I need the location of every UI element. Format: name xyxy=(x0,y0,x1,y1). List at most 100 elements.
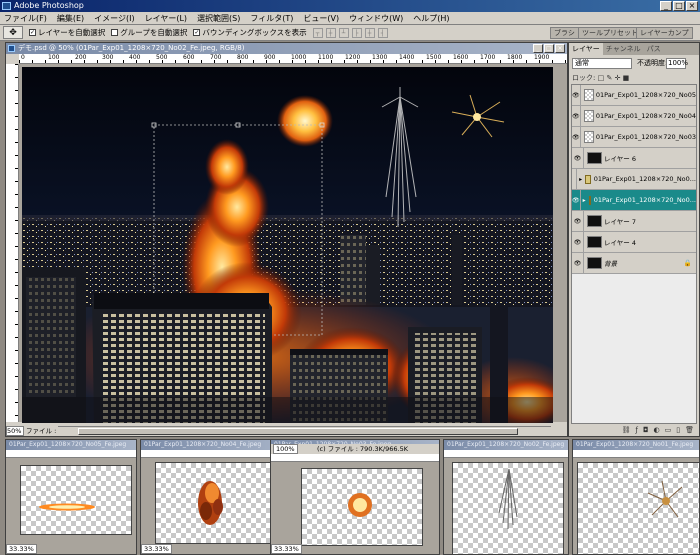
zoom-level-field[interactable]: 50% xyxy=(6,426,24,436)
lock-paint-icon[interactable]: ✎ xyxy=(606,74,612,82)
document-title-bar[interactable]: デモ.psd @ 50% (01Par_Exp01_1208×720_No02_… xyxy=(6,43,567,54)
layer-row[interactable]: 👁 レイヤー 7 xyxy=(572,211,696,232)
menu-help[interactable]: ヘルプ(H) xyxy=(413,13,449,24)
eye-icon[interactable]: 👁 xyxy=(572,106,581,126)
layer-row[interactable]: 👁 レイヤー 4 xyxy=(572,232,696,253)
align-middle-icon[interactable]: ┼ xyxy=(325,27,336,38)
menu-edit[interactable]: 編集(E) xyxy=(57,13,84,24)
expand-triangle-icon[interactable]: ▸ xyxy=(579,176,582,183)
file-status[interactable]: (c) ファイル : 790.3K/966.5K xyxy=(317,444,408,454)
tool-preset-tab[interactable]: ツールプリセット xyxy=(578,27,642,39)
eye-icon[interactable]: 👁 xyxy=(572,232,584,252)
layer-row[interactable]: 👁 01Par_Exp01_1208×720_No03 xyxy=(572,127,696,148)
lock-all-icon[interactable]: ■ xyxy=(623,74,630,82)
eye-icon[interactable]: 👁 xyxy=(572,148,584,168)
menu-filter[interactable]: フィルタ(T) xyxy=(250,13,293,24)
layer-group-row-selected[interactable]: 👁 ▸ 01Par_Exp01_1208×720_No0... xyxy=(572,190,696,211)
eye-icon[interactable]: 👁 xyxy=(572,253,584,273)
new-layer-icon[interactable]: ▯ xyxy=(676,426,680,436)
layer-group-row[interactable]: ▸ 01Par_Exp01_1208×720_No0... xyxy=(572,169,696,190)
layer-row[interactable]: 👁 01Par_Exp01_1208×720_No04 xyxy=(572,106,696,127)
doc-close-button[interactable]: × xyxy=(555,44,565,53)
layer-row[interactable]: 👁 01Par_Exp01_1208×720_No05 xyxy=(572,85,696,106)
menu-window[interactable]: ウィンドウ(W) xyxy=(349,13,403,24)
minimize-button[interactable]: _ xyxy=(660,1,672,11)
mask-icon[interactable]: ◘ xyxy=(643,426,649,436)
lock-move-icon[interactable]: ✛ xyxy=(615,74,621,82)
scrollbar-thumb[interactable] xyxy=(78,428,518,435)
layer-row[interactable]: 👁 レイヤー 6 xyxy=(572,148,696,169)
menu-image[interactable]: イメージ(I) xyxy=(94,13,134,24)
transparent-canvas[interactable] xyxy=(155,462,277,544)
doc-window-title[interactable]: 01Par_Exp01_1208×720_No05_Fe.jpeg xyxy=(6,440,136,450)
auto-select-group-checkbox[interactable]: グループを自動選択 xyxy=(111,27,187,38)
auto-select-layer-checkbox[interactable]: ✓ レイヤーを自動選択 xyxy=(29,27,105,38)
transparent-canvas[interactable] xyxy=(301,468,423,546)
blend-mode-select[interactable]: 通常 xyxy=(572,58,632,69)
vertical-ruler[interactable] xyxy=(6,64,19,422)
document-title: デモ.psd @ 50% (01Par_Exp01_1208×720_No02_… xyxy=(18,44,245,52)
eye-icon[interactable] xyxy=(572,169,578,189)
checkbox-check-icon: ✓ xyxy=(29,29,36,36)
lock-transparency-icon[interactable]: □ xyxy=(598,74,605,82)
new-group-icon[interactable]: ▭ xyxy=(665,426,672,436)
maximize-button[interactable]: □ xyxy=(673,1,685,11)
menu-select[interactable]: 選択範囲(S) xyxy=(197,13,240,24)
tab-paths[interactable]: パス xyxy=(644,43,664,55)
menu-file[interactable]: ファイル(F) xyxy=(4,13,47,24)
move-tool-icon[interactable]: ✥ xyxy=(3,26,23,39)
align-bottom-icon[interactable]: ┴ xyxy=(338,27,349,38)
horizontal-ruler[interactable]: 0 100 200 300 400 500 600 700 800 900 10… xyxy=(19,54,567,64)
eye-icon[interactable]: 👁 xyxy=(572,190,581,210)
align-center-icon[interactable]: ┼ xyxy=(364,27,375,38)
opacity-field[interactable]: 100% xyxy=(666,58,688,69)
align-left-icon[interactable]: ├ xyxy=(351,27,362,38)
transparent-canvas[interactable] xyxy=(577,462,699,554)
tab-layers[interactable]: レイヤー xyxy=(569,43,603,55)
doc-minimize-button[interactable]: _ xyxy=(533,44,543,53)
ruler xyxy=(271,454,439,462)
ruler-tick: 1400 xyxy=(399,54,415,61)
menu-view[interactable]: ビュー(V) xyxy=(303,13,339,24)
link-icon[interactable]: ⛓ xyxy=(622,426,631,436)
doc-window-no05[interactable]: 01Par_Exp01_1208×720_No05_Fe.jpeg 33.33% xyxy=(5,439,137,555)
expand-triangle-icon[interactable]: ▸ xyxy=(583,197,586,204)
adjustment-icon[interactable]: ◐ xyxy=(654,426,660,436)
doc-window-no03[interactable]: 01Par_Exp01_1208×720_No03_Fe.jpeg 100% (… xyxy=(270,439,440,555)
doc-maximize-button[interactable]: □ xyxy=(544,44,554,53)
eye-icon[interactable]: 👁 xyxy=(572,85,581,105)
close-button[interactable]: × xyxy=(686,1,698,11)
transparent-canvas[interactable] xyxy=(20,465,132,535)
doc-window-title[interactable]: 01Par_Exp01_1208×720_No04_Fe.jpeg xyxy=(141,440,289,450)
doc-window-title[interactable]: 01Par_Exp01_1208×720_No01_Fe.jpeg xyxy=(573,440,699,450)
eye-icon[interactable]: 👁 xyxy=(572,211,584,231)
ruler xyxy=(141,450,289,458)
zoom-field[interactable]: 100% xyxy=(273,444,298,454)
menu-layer[interactable]: レイヤー(L) xyxy=(145,13,187,24)
document-canvas[interactable] xyxy=(22,67,553,423)
zoom-field[interactable]: 33.33% xyxy=(6,544,37,554)
document-icon xyxy=(8,45,15,52)
doc-window-no04[interactable]: 01Par_Exp01_1208×720_No04_Fe.jpeg 33.33% xyxy=(140,439,290,555)
align-right-icon[interactable]: ┤ xyxy=(377,27,388,38)
bounding-box-checkbox[interactable]: ✓ バウンディングボックスを表示 xyxy=(193,27,307,38)
gold-firework-image xyxy=(647,480,683,518)
tab-channels[interactable]: チャンネル xyxy=(603,43,644,55)
horizontal-scrollbar[interactable] xyxy=(58,426,551,436)
layer-comp-tab[interactable]: レイヤーカンプ xyxy=(636,27,693,39)
doc-window-title[interactable]: 01Par_Exp01_1208×720_No02_Fe.jpeg xyxy=(444,440,568,450)
trash-icon[interactable]: 🗑 xyxy=(685,426,694,436)
layer-thumbnail xyxy=(583,89,594,101)
align-top-icon[interactable]: ┬ xyxy=(312,27,323,38)
zoom-field[interactable]: 33.33% xyxy=(141,544,172,554)
brush-palette-tab[interactable]: ブラシ xyxy=(550,27,579,39)
opacity-label: 不透明度: xyxy=(637,59,668,67)
transparent-canvas[interactable] xyxy=(452,462,564,554)
zoom-field[interactable]: 33.33% xyxy=(271,544,302,554)
doc-window-no01[interactable]: 01Par_Exp01_1208×720_No01_Fe.jpeg xyxy=(572,439,700,555)
fx-icon[interactable]: ƒ xyxy=(636,426,638,436)
layer-thumbnail xyxy=(583,110,594,122)
eye-icon[interactable]: 👁 xyxy=(572,127,581,147)
layer-row-background[interactable]: 👁 背景 🔒 xyxy=(572,253,696,274)
doc-window-no02[interactable]: 01Par_Exp01_1208×720_No02_Fe.jpeg xyxy=(443,439,569,555)
